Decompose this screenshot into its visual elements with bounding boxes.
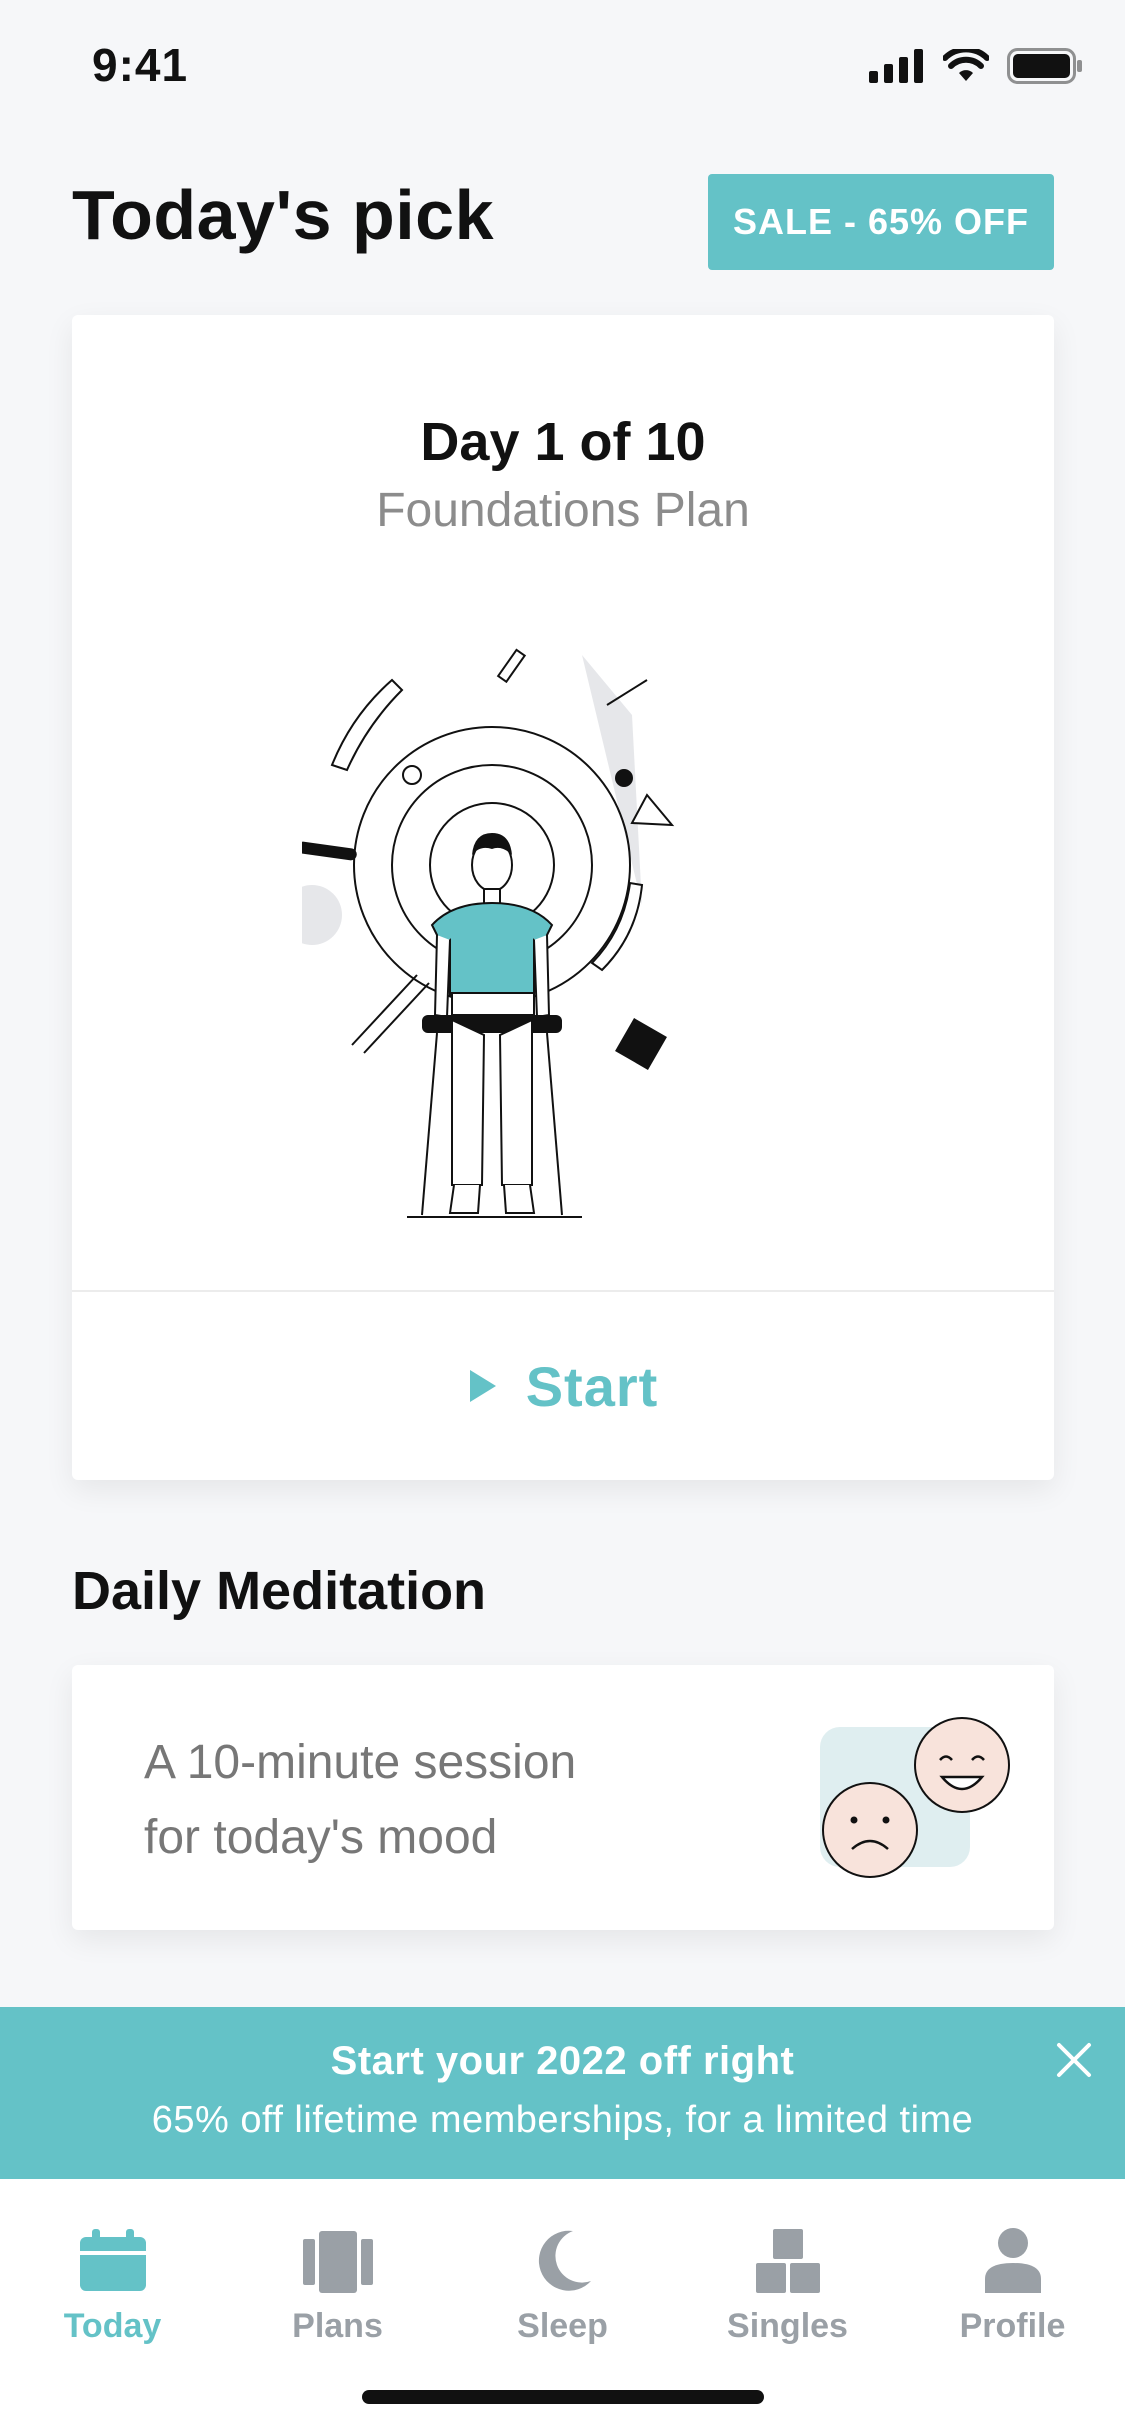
play-icon bbox=[469, 1370, 496, 1402]
battery-icon bbox=[1007, 48, 1082, 84]
tab-label-today: Today bbox=[63, 2307, 162, 2345]
plan-day: Day 1 of 10 bbox=[420, 412, 706, 472]
calendar-icon bbox=[79, 2229, 146, 2291]
sale-badge-button[interactable]: SALE - 65% OFF bbox=[708, 174, 1054, 270]
person-icon bbox=[984, 2228, 1041, 2293]
blocks-icon bbox=[755, 2229, 820, 2293]
status-icons bbox=[869, 48, 1083, 84]
meditation-illustration bbox=[302, 648, 675, 1218]
promo-banner[interactable]: Start your 2022 off right 65% off lifeti… bbox=[0, 2007, 1125, 2179]
promo-subtitle: 65% off lifetime memberships, for a limi… bbox=[151, 2099, 974, 2141]
tab-label-singles: Singles bbox=[727, 2307, 848, 2345]
promo-title: Start your 2022 off right bbox=[330, 2039, 795, 2083]
tab-singles[interactable]: Singles bbox=[675, 2219, 900, 2346]
daily-meditation-title: Daily Meditation bbox=[72, 1561, 487, 1621]
close-icon[interactable] bbox=[1049, 2035, 1099, 2085]
tab-label-plans: Plans bbox=[292, 2307, 383, 2345]
plan-name: Foundations Plan bbox=[376, 484, 750, 537]
todays-pick-card[interactable]: Day 1 of 10 Foundations Plan Start bbox=[72, 315, 1054, 1480]
daily-meditation-card[interactable]: A 10-minute session for today's mood bbox=[72, 1665, 1054, 1930]
meditation-description: A 10-minute session for today's mood bbox=[144, 1725, 704, 1875]
start-button[interactable]: Start bbox=[72, 1292, 1054, 1480]
moon-icon bbox=[538, 2230, 591, 2291]
tab-today[interactable]: Today bbox=[0, 2219, 225, 2346]
meditation-description-line1: A 10-minute session bbox=[144, 1736, 577, 1789]
tab-label-sleep: Sleep bbox=[517, 2307, 608, 2345]
home-indicator[interactable] bbox=[362, 2390, 764, 2404]
status-bar: 9:41 bbox=[0, 0, 1125, 140]
cellular-signal-icon bbox=[869, 49, 923, 83]
page-title: Today's pick bbox=[72, 176, 495, 254]
mood-faces-icon bbox=[820, 1717, 1010, 1878]
status-time: 9:41 bbox=[92, 39, 189, 91]
start-label: Start bbox=[525, 1354, 659, 1418]
wifi-icon bbox=[943, 49, 989, 81]
plans-icon bbox=[302, 2231, 373, 2293]
tab-label-profile: Profile bbox=[959, 2307, 1066, 2345]
tab-sleep[interactable]: Sleep bbox=[450, 2219, 675, 2346]
tab-plans[interactable]: Plans bbox=[225, 2219, 450, 2346]
meditation-description-line2: for today's mood bbox=[144, 1811, 498, 1864]
tab-profile[interactable]: Profile bbox=[900, 2219, 1125, 2346]
